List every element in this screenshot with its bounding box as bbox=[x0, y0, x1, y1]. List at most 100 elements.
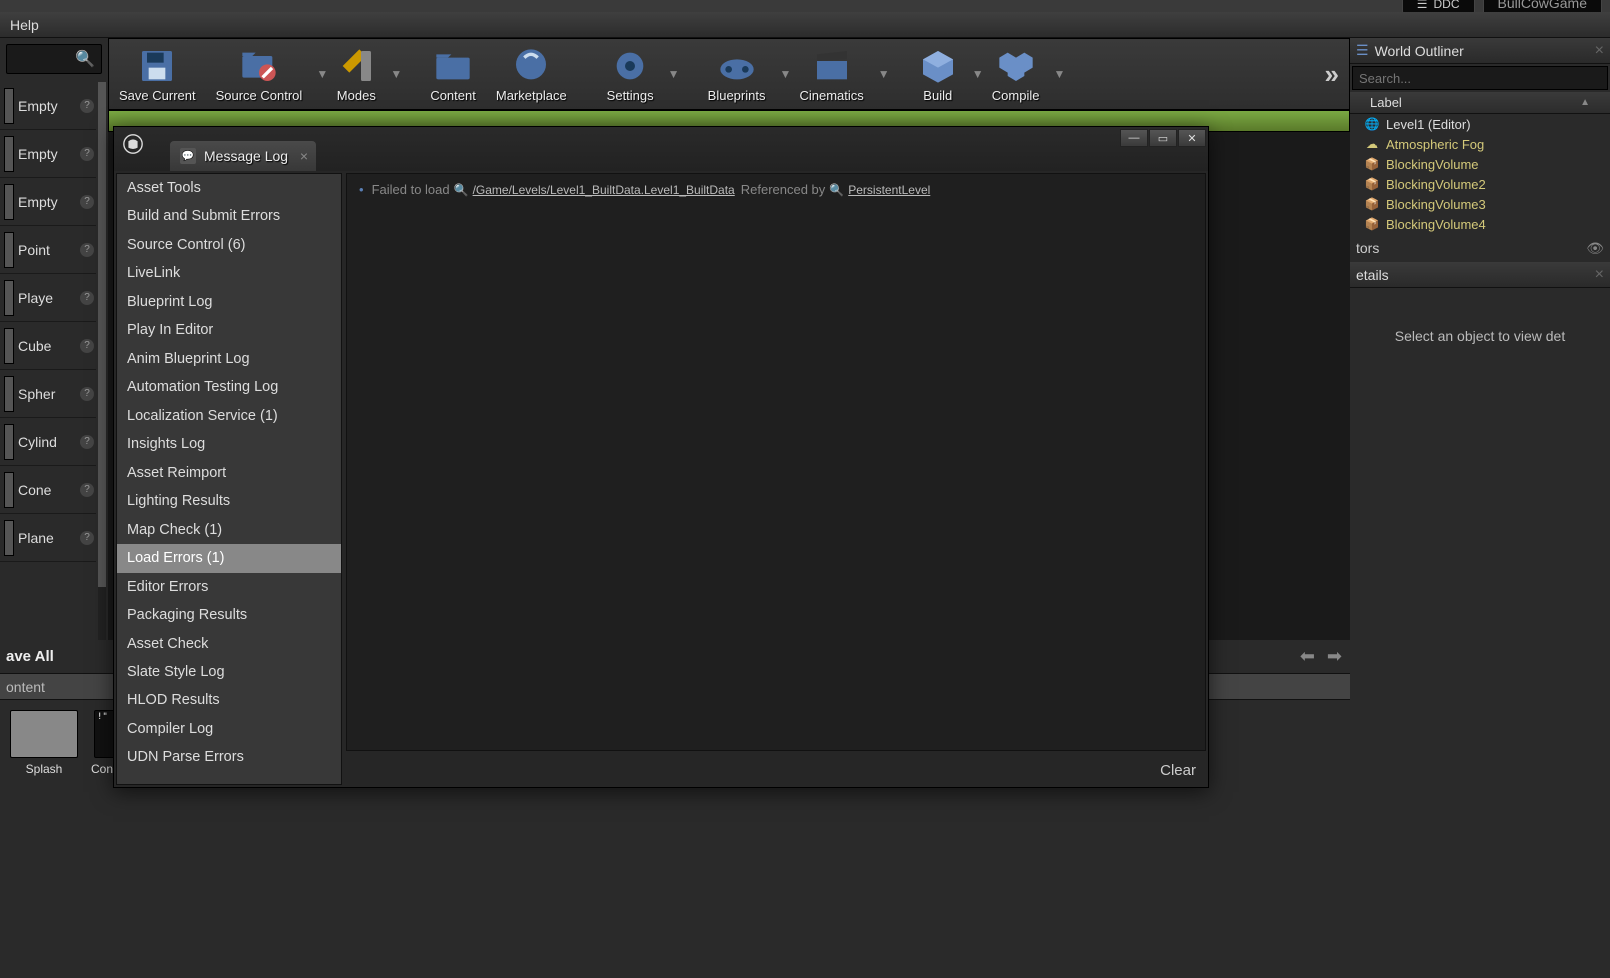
log-category-item[interactable]: UDN Parse Errors bbox=[117, 743, 341, 771]
message-log-tab[interactable]: 💬 Message Log × bbox=[170, 141, 316, 171]
place-actors-search[interactable]: 🔍 bbox=[6, 44, 102, 74]
help-icon[interactable]: ? bbox=[80, 147, 94, 161]
toolbar-settings[interactable]: Settings bbox=[597, 39, 664, 109]
toolbar-blueprints[interactable]: Blueprints bbox=[698, 39, 776, 109]
toolbar-source-control[interactable]: Source Control bbox=[206, 39, 313, 109]
menu-help[interactable]: Help bbox=[4, 15, 45, 35]
outliner-item[interactable]: 📦BlockingVolume bbox=[1350, 154, 1610, 174]
maximize-button[interactable]: ▭ bbox=[1149, 129, 1177, 147]
help-icon[interactable]: ? bbox=[80, 243, 94, 257]
toolbar-modes[interactable]: Modes bbox=[326, 39, 386, 109]
outliner-item[interactable]: 📦BlockingVolume4 bbox=[1350, 214, 1610, 234]
log-category-item[interactable]: Insights Log bbox=[117, 430, 341, 458]
close-icon[interactable]: × bbox=[1595, 42, 1604, 60]
search-icon[interactable]: 🔍 bbox=[454, 183, 469, 197]
log-category-item[interactable]: Slate Style Log bbox=[117, 658, 341, 686]
outliner-item[interactable]: ☁Atmospheric Fog bbox=[1350, 134, 1610, 154]
help-icon[interactable]: ? bbox=[80, 483, 94, 497]
log-prefix: Failed to load bbox=[372, 182, 450, 197]
log-category-item[interactable]: Automation Testing Log bbox=[117, 373, 341, 401]
place-actor-item[interactable]: Empty? bbox=[0, 82, 96, 130]
nav-fwd-icon[interactable]: ➡ bbox=[1325, 646, 1344, 667]
toolbar-overflow-icon[interactable]: » bbox=[1325, 59, 1339, 90]
toolbar-marketplace[interactable]: Marketplace bbox=[486, 39, 577, 109]
outliner-item[interactable]: 📦BlockingVolume2 bbox=[1350, 174, 1610, 194]
asset-item[interactable]: Splash bbox=[10, 710, 78, 776]
help-icon[interactable]: ? bbox=[80, 531, 94, 545]
place-actor-item[interactable]: Empty? bbox=[0, 130, 96, 178]
log-category-item[interactable]: Source Control (6) bbox=[117, 231, 341, 259]
place-actor-item[interactable]: Point? bbox=[0, 226, 96, 274]
log-category-item[interactable]: Play In Editor bbox=[117, 316, 341, 344]
outliner-search-input[interactable] bbox=[1359, 71, 1601, 86]
dropdown-arrow-icon[interactable]: ▼ bbox=[775, 67, 789, 81]
log-category-item[interactable]: Anim Blueprint Log bbox=[117, 345, 341, 373]
scrollbar-track[interactable] bbox=[98, 82, 106, 676]
dropdown-arrow-icon[interactable]: ▼ bbox=[312, 67, 326, 81]
log-category-item[interactable]: Build and Submit Errors bbox=[117, 202, 341, 230]
log-ref-link[interactable]: PersistentLevel bbox=[848, 183, 930, 197]
log-category-item[interactable]: LiveLink bbox=[117, 259, 341, 287]
dropdown-arrow-icon[interactable]: ▼ bbox=[386, 67, 400, 81]
help-icon[interactable]: ? bbox=[80, 195, 94, 209]
close-button[interactable]: ✕ bbox=[1178, 129, 1206, 147]
details-header[interactable]: etails × bbox=[1350, 262, 1610, 288]
world-outliner-header[interactable]: ☰ World Outliner × bbox=[1350, 38, 1610, 64]
log-category-item[interactable]: Asset Tools bbox=[117, 174, 341, 202]
log-category-item[interactable]: Lighting Results bbox=[117, 487, 341, 515]
place-actor-item[interactable]: Playe? bbox=[0, 274, 96, 322]
window-buttons: — ▭ ✕ bbox=[1119, 129, 1206, 147]
search-icon[interactable]: 🔍 bbox=[829, 183, 844, 197]
clear-button[interactable]: Clear bbox=[1160, 762, 1196, 779]
log-category-item[interactable]: Map Check (1) bbox=[117, 516, 341, 544]
log-category-item[interactable]: Editor Errors bbox=[117, 573, 341, 601]
scrollbar-thumb[interactable] bbox=[98, 82, 106, 587]
outliner-item[interactable]: 🌐Level1 (Editor) bbox=[1350, 114, 1610, 134]
help-icon[interactable]: ? bbox=[80, 291, 94, 305]
log-category-item[interactable]: Asset Reimport bbox=[117, 459, 341, 487]
dropdown-arrow-icon[interactable]: ▼ bbox=[1049, 67, 1063, 81]
place-actor-item[interactable]: Cone? bbox=[0, 466, 96, 514]
log-category-item[interactable]: Localization Service (1) bbox=[117, 402, 341, 430]
dropdown-arrow-icon[interactable]: ▼ bbox=[664, 67, 678, 81]
help-icon[interactable]: ? bbox=[80, 339, 94, 353]
log-category-item[interactable]: Compiler Log bbox=[117, 715, 341, 743]
help-icon[interactable]: ? bbox=[80, 387, 94, 401]
toolbar-cinematics[interactable]: Cinematics bbox=[789, 39, 873, 109]
toolbar-compile[interactable]: Compile bbox=[982, 39, 1050, 109]
actor-label: BlockingVolume bbox=[1386, 157, 1479, 172]
message-log-titlebar[interactable]: 💬 Message Log × — ▭ ✕ bbox=[114, 127, 1208, 171]
folder-blocked-icon bbox=[239, 46, 279, 86]
project-name-label: BullCowGame bbox=[1498, 0, 1587, 11]
place-actor-item[interactable]: Cube? bbox=[0, 322, 96, 370]
outliner-search[interactable] bbox=[1352, 66, 1608, 90]
log-category-item[interactable]: HLOD Results bbox=[117, 686, 341, 714]
log-category-item[interactable]: Packaging Results bbox=[117, 601, 341, 629]
log-asset-link[interactable]: /Game/Levels/Level1_BuiltData.Level1_Bui… bbox=[473, 183, 735, 197]
dropdown-arrow-icon[interactable]: ▼ bbox=[968, 67, 982, 81]
outliner-column-header[interactable]: Label ▲ bbox=[1350, 92, 1610, 114]
place-actor-item[interactable]: Plane? bbox=[0, 514, 96, 562]
dropdown-arrow-icon[interactable]: ▼ bbox=[874, 67, 888, 81]
toolbar-build[interactable]: Build bbox=[908, 39, 968, 109]
place-actor-item[interactable]: Cylind? bbox=[0, 418, 96, 466]
toolbar-content[interactable]: Content bbox=[420, 39, 486, 109]
eye-icon[interactable]: 👁 bbox=[1586, 240, 1604, 257]
outliner-item[interactable]: 📦BlockingVolume3 bbox=[1350, 194, 1610, 214]
nav-back-icon[interactable]: ⬅ bbox=[1298, 646, 1317, 667]
help-icon[interactable]: ? bbox=[80, 99, 94, 113]
actor-type-icon: ☁ bbox=[1364, 136, 1380, 152]
place-actor-item[interactable]: Empty? bbox=[0, 178, 96, 226]
titlebar-right: ☰ DDC BullCowGame bbox=[1402, 0, 1610, 12]
minimize-button[interactable]: — bbox=[1120, 129, 1148, 147]
save-all-button[interactable]: ave All bbox=[6, 648, 54, 665]
tab-close-icon[interactable]: × bbox=[300, 148, 308, 164]
toolbar-save-current[interactable]: Save Current bbox=[109, 39, 206, 109]
log-category-item[interactable]: Blueprint Log bbox=[117, 288, 341, 316]
close-icon[interactable]: × bbox=[1595, 266, 1604, 284]
place-actor-item[interactable]: Spher? bbox=[0, 370, 96, 418]
help-icon[interactable]: ? bbox=[80, 435, 94, 449]
actor-name: Cone bbox=[18, 482, 80, 498]
log-category-item[interactable]: Load Errors (1) bbox=[117, 544, 341, 572]
log-category-item[interactable]: Asset Check bbox=[117, 630, 341, 658]
